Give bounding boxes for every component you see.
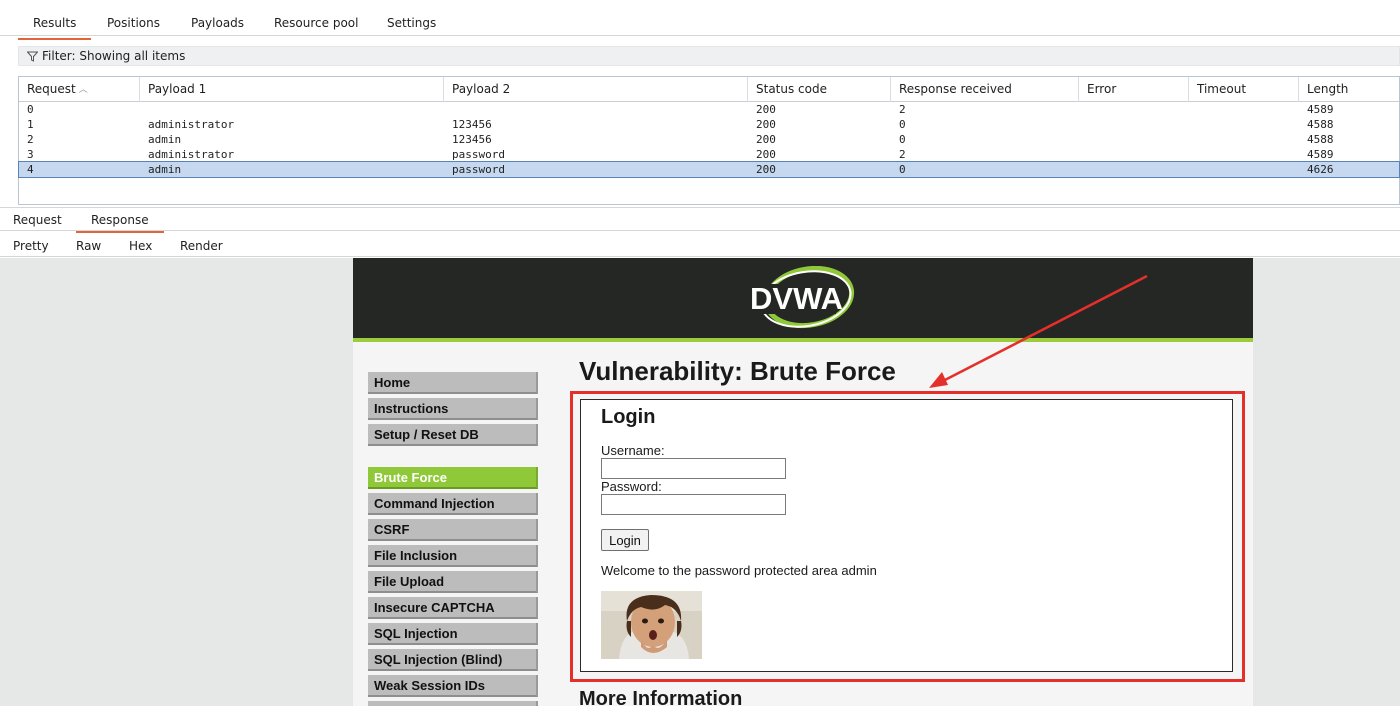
table-header: Request ︿ Payload 1 Payload 2 Status code… (19, 77, 1399, 102)
column-header-length[interactable]: Length (1299, 77, 1400, 102)
render-area[interactable]: DVWA Home Instructions Setup / Reset DB … (0, 258, 1400, 706)
password-label: Password: (601, 479, 662, 494)
dvwa-header: DVWA (353, 258, 1253, 342)
cell-length: 4588 (1307, 133, 1334, 146)
menu-item-sql-injection[interactable]: SQL Injection (368, 623, 538, 645)
cell-length: 4626 (1307, 163, 1334, 176)
table-row[interactable]: 1 administrator 123456 200 0 4588 (19, 117, 1399, 132)
tab-render[interactable]: Render (165, 239, 238, 261)
menu-item-command-injection[interactable]: Command Injection (368, 493, 538, 515)
filter-bar[interactable]: Filter: Showing all items (18, 46, 1400, 66)
cell-status-code: 200 (756, 103, 776, 116)
cell-status-code: 200 (756, 163, 776, 176)
column-header-request[interactable]: Request ︿ (19, 77, 140, 102)
menu-item-weak-session-ids[interactable]: Weak Session IDs (368, 675, 538, 697)
table-row[interactable]: 3 administrator password 200 2 4589 (19, 147, 1399, 162)
sort-ascending-icon: ︿ (78, 85, 88, 95)
welcome-message: Welcome to the password protected area a… (601, 563, 877, 578)
cell-request: 1 (27, 118, 34, 131)
results-table: Request ︿ Payload 1 Payload 2 Status code… (18, 76, 1400, 205)
column-header-status-code[interactable]: Status code (748, 77, 891, 102)
filter-icon (26, 51, 39, 62)
cell-payload-1: administrator (148, 118, 235, 131)
cell-response-received: 2 (899, 103, 906, 116)
table-row[interactable]: 2 admin 123456 200 0 4588 (19, 132, 1399, 147)
cell-status-code: 200 (756, 148, 776, 161)
menu-item-partial[interactable] (368, 701, 538, 706)
cell-payload-1: administrator (148, 148, 235, 161)
cell-length: 4589 (1307, 148, 1334, 161)
cell-payload-2: password (452, 163, 505, 176)
menu-item-file-inclusion[interactable]: File Inclusion (368, 545, 538, 567)
column-header-payload-1[interactable]: Payload 1 (140, 77, 444, 102)
menu-item-brute-force[interactable]: Brute Force (368, 467, 538, 489)
tab-positions[interactable]: Positions (107, 16, 160, 30)
cell-payload-1: admin (148, 133, 182, 146)
username-label: Username: (601, 443, 665, 458)
cell-payload-1: admin (148, 163, 182, 176)
cell-response-received: 0 (899, 118, 906, 131)
tab-resource-pool[interactable]: Resource pool (274, 16, 358, 30)
column-header-timeout[interactable]: Timeout (1189, 77, 1299, 102)
dvwa-page: DVWA Home Instructions Setup / Reset DB … (353, 258, 1253, 706)
cell-request: 3 (27, 148, 34, 161)
login-box: Login Username: Password: Login Welcome … (580, 399, 1233, 672)
login-title: Login (601, 406, 656, 428)
tab-raw[interactable]: Raw (76, 239, 101, 253)
cell-response-received: 0 (899, 163, 906, 176)
dvwa-logo: DVWA (750, 266, 855, 329)
cell-status-code: 200 (756, 133, 776, 146)
menu-item-home[interactable]: Home (368, 372, 538, 394)
svg-text:DVWA: DVWA (750, 281, 843, 316)
password-input[interactable] (601, 494, 786, 515)
cell-payload-2: 123456 (452, 118, 492, 131)
more-information-heading: More Information (579, 688, 743, 706)
table-row[interactable]: 0 200 2 4589 (19, 102, 1399, 117)
cell-payload-2: password (452, 148, 505, 161)
cell-request: 4 (27, 163, 34, 176)
table-row-selected[interactable]: 4 admin password 200 0 4626 (18, 161, 1400, 178)
login-button[interactable]: Login (601, 529, 649, 551)
tab-pretty[interactable]: Pretty (13, 239, 49, 253)
cell-request: 2 (27, 133, 34, 146)
cell-request: 0 (27, 103, 34, 116)
cell-length: 4589 (1307, 103, 1334, 116)
results-tab-bar: Results Positions Payloads Resource pool… (0, 0, 1400, 40)
cell-length: 4588 (1307, 118, 1334, 131)
column-header-error[interactable]: Error (1079, 77, 1189, 102)
menu-item-insecure-captcha[interactable]: Insecure CAPTCHA (368, 597, 538, 619)
cell-response-received: 0 (899, 133, 906, 146)
tab-hex[interactable]: Hex (129, 239, 152, 253)
menu-item-sql-injection-blind[interactable]: SQL Injection (Blind) (368, 649, 538, 671)
cell-response-received: 2 (899, 148, 906, 161)
message-tab-bar: Request Response (0, 207, 1400, 233)
tab-payloads[interactable]: Payloads (191, 16, 244, 30)
column-header-response-received[interactable]: Response received (891, 77, 1079, 102)
menu-item-file-upload[interactable]: File Upload (368, 571, 538, 593)
user-avatar-image (601, 591, 702, 659)
page-title: Vulnerability: Brute Force (579, 356, 896, 386)
menu-item-csrf[interactable]: CSRF (368, 519, 538, 541)
column-header-payload-2[interactable]: Payload 2 (444, 77, 748, 102)
username-input[interactable] (601, 458, 786, 479)
cell-payload-2: 123456 (452, 133, 492, 146)
tab-settings[interactable]: Settings (387, 16, 436, 30)
menu-item-instructions[interactable]: Instructions (368, 398, 538, 420)
tab-results[interactable]: Results (17, 16, 92, 40)
menu-item-setup-reset-db[interactable]: Setup / Reset DB (368, 424, 538, 446)
cell-status-code: 200 (756, 118, 776, 131)
tab-request[interactable]: Request (13, 213, 62, 227)
tab-response[interactable]: Response (76, 213, 164, 233)
view-tab-bar: Pretty Raw Hex Render (0, 232, 1400, 261)
filter-text: Filter: Showing all items (42, 49, 186, 63)
